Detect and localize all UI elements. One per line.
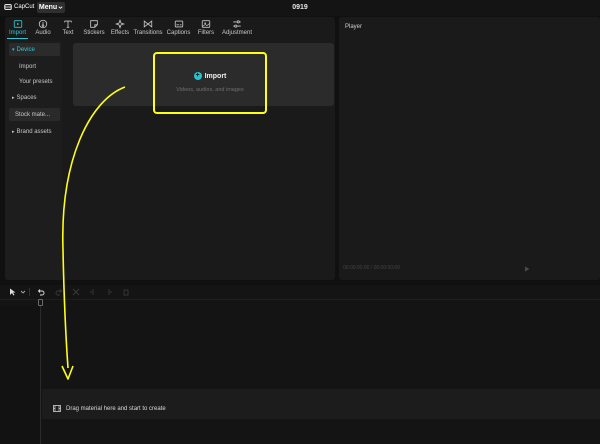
tab-label: Effects xyxy=(110,30,130,36)
undo-icon xyxy=(37,288,44,295)
tab-import[interactable]: Import xyxy=(5,17,30,39)
trash-icon xyxy=(123,289,128,295)
caret-down-icon: ▾ xyxy=(12,46,15,53)
transitions-icon xyxy=(143,20,153,28)
tab-label: Captions xyxy=(166,30,191,36)
tab-label: Audio xyxy=(35,30,51,36)
split-left-icon xyxy=(89,288,93,295)
sidebar-item-label: Import xyxy=(19,63,37,70)
sidebar-item-label: Your presets xyxy=(19,78,53,85)
tab-label: Text xyxy=(62,30,74,36)
redo-button[interactable] xyxy=(54,287,63,296)
split-left-button[interactable] xyxy=(88,287,97,296)
player-timecode: 00:00:00:00 / 00:00:00:00 xyxy=(343,265,400,271)
import-subtitle: Videos, audios, and images xyxy=(176,87,244,93)
toolbar-divider xyxy=(29,288,30,296)
import-button[interactable]: + Import Videos, audios, and images xyxy=(153,52,267,114)
import-label: Import xyxy=(204,72,227,80)
player-title: Player xyxy=(345,24,363,30)
timeline-toolbar xyxy=(0,285,600,299)
sidebar-item-spaces[interactable]: ▸ Spaces xyxy=(9,91,60,104)
playhead-handle[interactable] xyxy=(38,299,43,306)
drag-hint-text: Drag material here and start to create xyxy=(66,405,166,412)
tab-label: Import xyxy=(8,30,26,36)
effects-icon xyxy=(115,19,125,29)
timeline-panel: Drag material here and start to create xyxy=(0,285,600,444)
tab-audio[interactable]: Audio xyxy=(30,17,56,39)
stickers-icon xyxy=(90,20,98,28)
main-track-drop-area[interactable] xyxy=(42,389,600,419)
tab-filters[interactable]: Filters xyxy=(193,17,219,39)
media-panel: Import Audio Text Stickers Effects Trans… xyxy=(5,17,335,280)
timeline-ruler[interactable] xyxy=(0,299,600,305)
tab-transitions[interactable]: Transitions xyxy=(132,17,164,39)
undo-button[interactable] xyxy=(36,287,45,296)
split-right-button[interactable] xyxy=(104,287,113,296)
drag-hint: Drag material here and start to create xyxy=(53,405,166,412)
media-toolbar: Import Audio Text Stickers Effects Trans… xyxy=(5,17,335,39)
play-icon[interactable] xyxy=(524,266,530,272)
tab-label: Adjustment xyxy=(221,30,252,36)
tab-label: Transitions xyxy=(133,30,163,36)
tab-captions[interactable]: Captions xyxy=(164,17,193,39)
import-title: + Import xyxy=(155,72,265,80)
delete-button[interactable] xyxy=(121,287,130,296)
audio-icon xyxy=(38,19,48,29)
import-icon xyxy=(13,20,22,28)
select-tool-dropdown[interactable] xyxy=(18,287,27,296)
import-drop-zone[interactable]: + Import Videos, audios, and images xyxy=(73,43,334,114)
text-icon xyxy=(64,20,72,28)
sidebar-item-label: Brand assets xyxy=(16,128,52,135)
project-title: 0919 xyxy=(292,4,308,11)
sidebar-item-import[interactable]: Import xyxy=(9,60,60,73)
plus-icon: + xyxy=(193,72,202,80)
caret-right-icon: ▸ xyxy=(12,94,15,101)
track-headers xyxy=(0,305,40,444)
sidebar-item-label: Spaces xyxy=(16,94,37,101)
adjustment-icon xyxy=(233,20,241,28)
media-area: + Import Videos, audios, and images xyxy=(67,41,335,280)
redo-icon xyxy=(55,288,62,295)
captions-icon xyxy=(174,20,183,28)
sidebar-item-your-presets[interactable]: Your presets xyxy=(9,75,60,88)
tab-text[interactable]: Text xyxy=(56,17,80,39)
select-tool-button[interactable] xyxy=(8,287,17,296)
title-bar: CapCut Menu 0919 xyxy=(0,0,600,16)
tab-adjustment[interactable]: Adjustment xyxy=(219,17,255,39)
media-sidebar: ▾ Device Import Your presets ▸ Spaces St… xyxy=(5,41,62,280)
split-button[interactable] xyxy=(71,287,80,296)
sidebar-item-device[interactable]: ▾ Device xyxy=(9,43,60,56)
split-right-icon xyxy=(108,288,112,295)
player-panel: Player 00:00:00:00 / 00:00:00:00 xyxy=(339,17,600,280)
playhead-line xyxy=(40,299,41,444)
tab-stickers[interactable]: Stickers xyxy=(80,17,108,39)
chevron-down-icon xyxy=(20,290,25,294)
tab-label: Filters xyxy=(197,30,215,36)
sidebar-item-label: Device xyxy=(16,46,35,53)
filters-icon xyxy=(201,20,211,28)
cursor-icon xyxy=(9,288,15,295)
tab-label: Stickers xyxy=(83,30,105,36)
sidebar-item-brand-assets[interactable]: ▸ Brand assets xyxy=(9,125,60,138)
film-icon xyxy=(53,405,61,412)
caret-right-icon: ▸ xyxy=(12,128,15,135)
sidebar-item-label: Stock mate... xyxy=(15,111,51,118)
tab-effects[interactable]: Effects xyxy=(108,17,132,39)
split-icon xyxy=(72,288,79,295)
sidebar-item-stock-material[interactable]: Stock mate... xyxy=(9,108,60,121)
